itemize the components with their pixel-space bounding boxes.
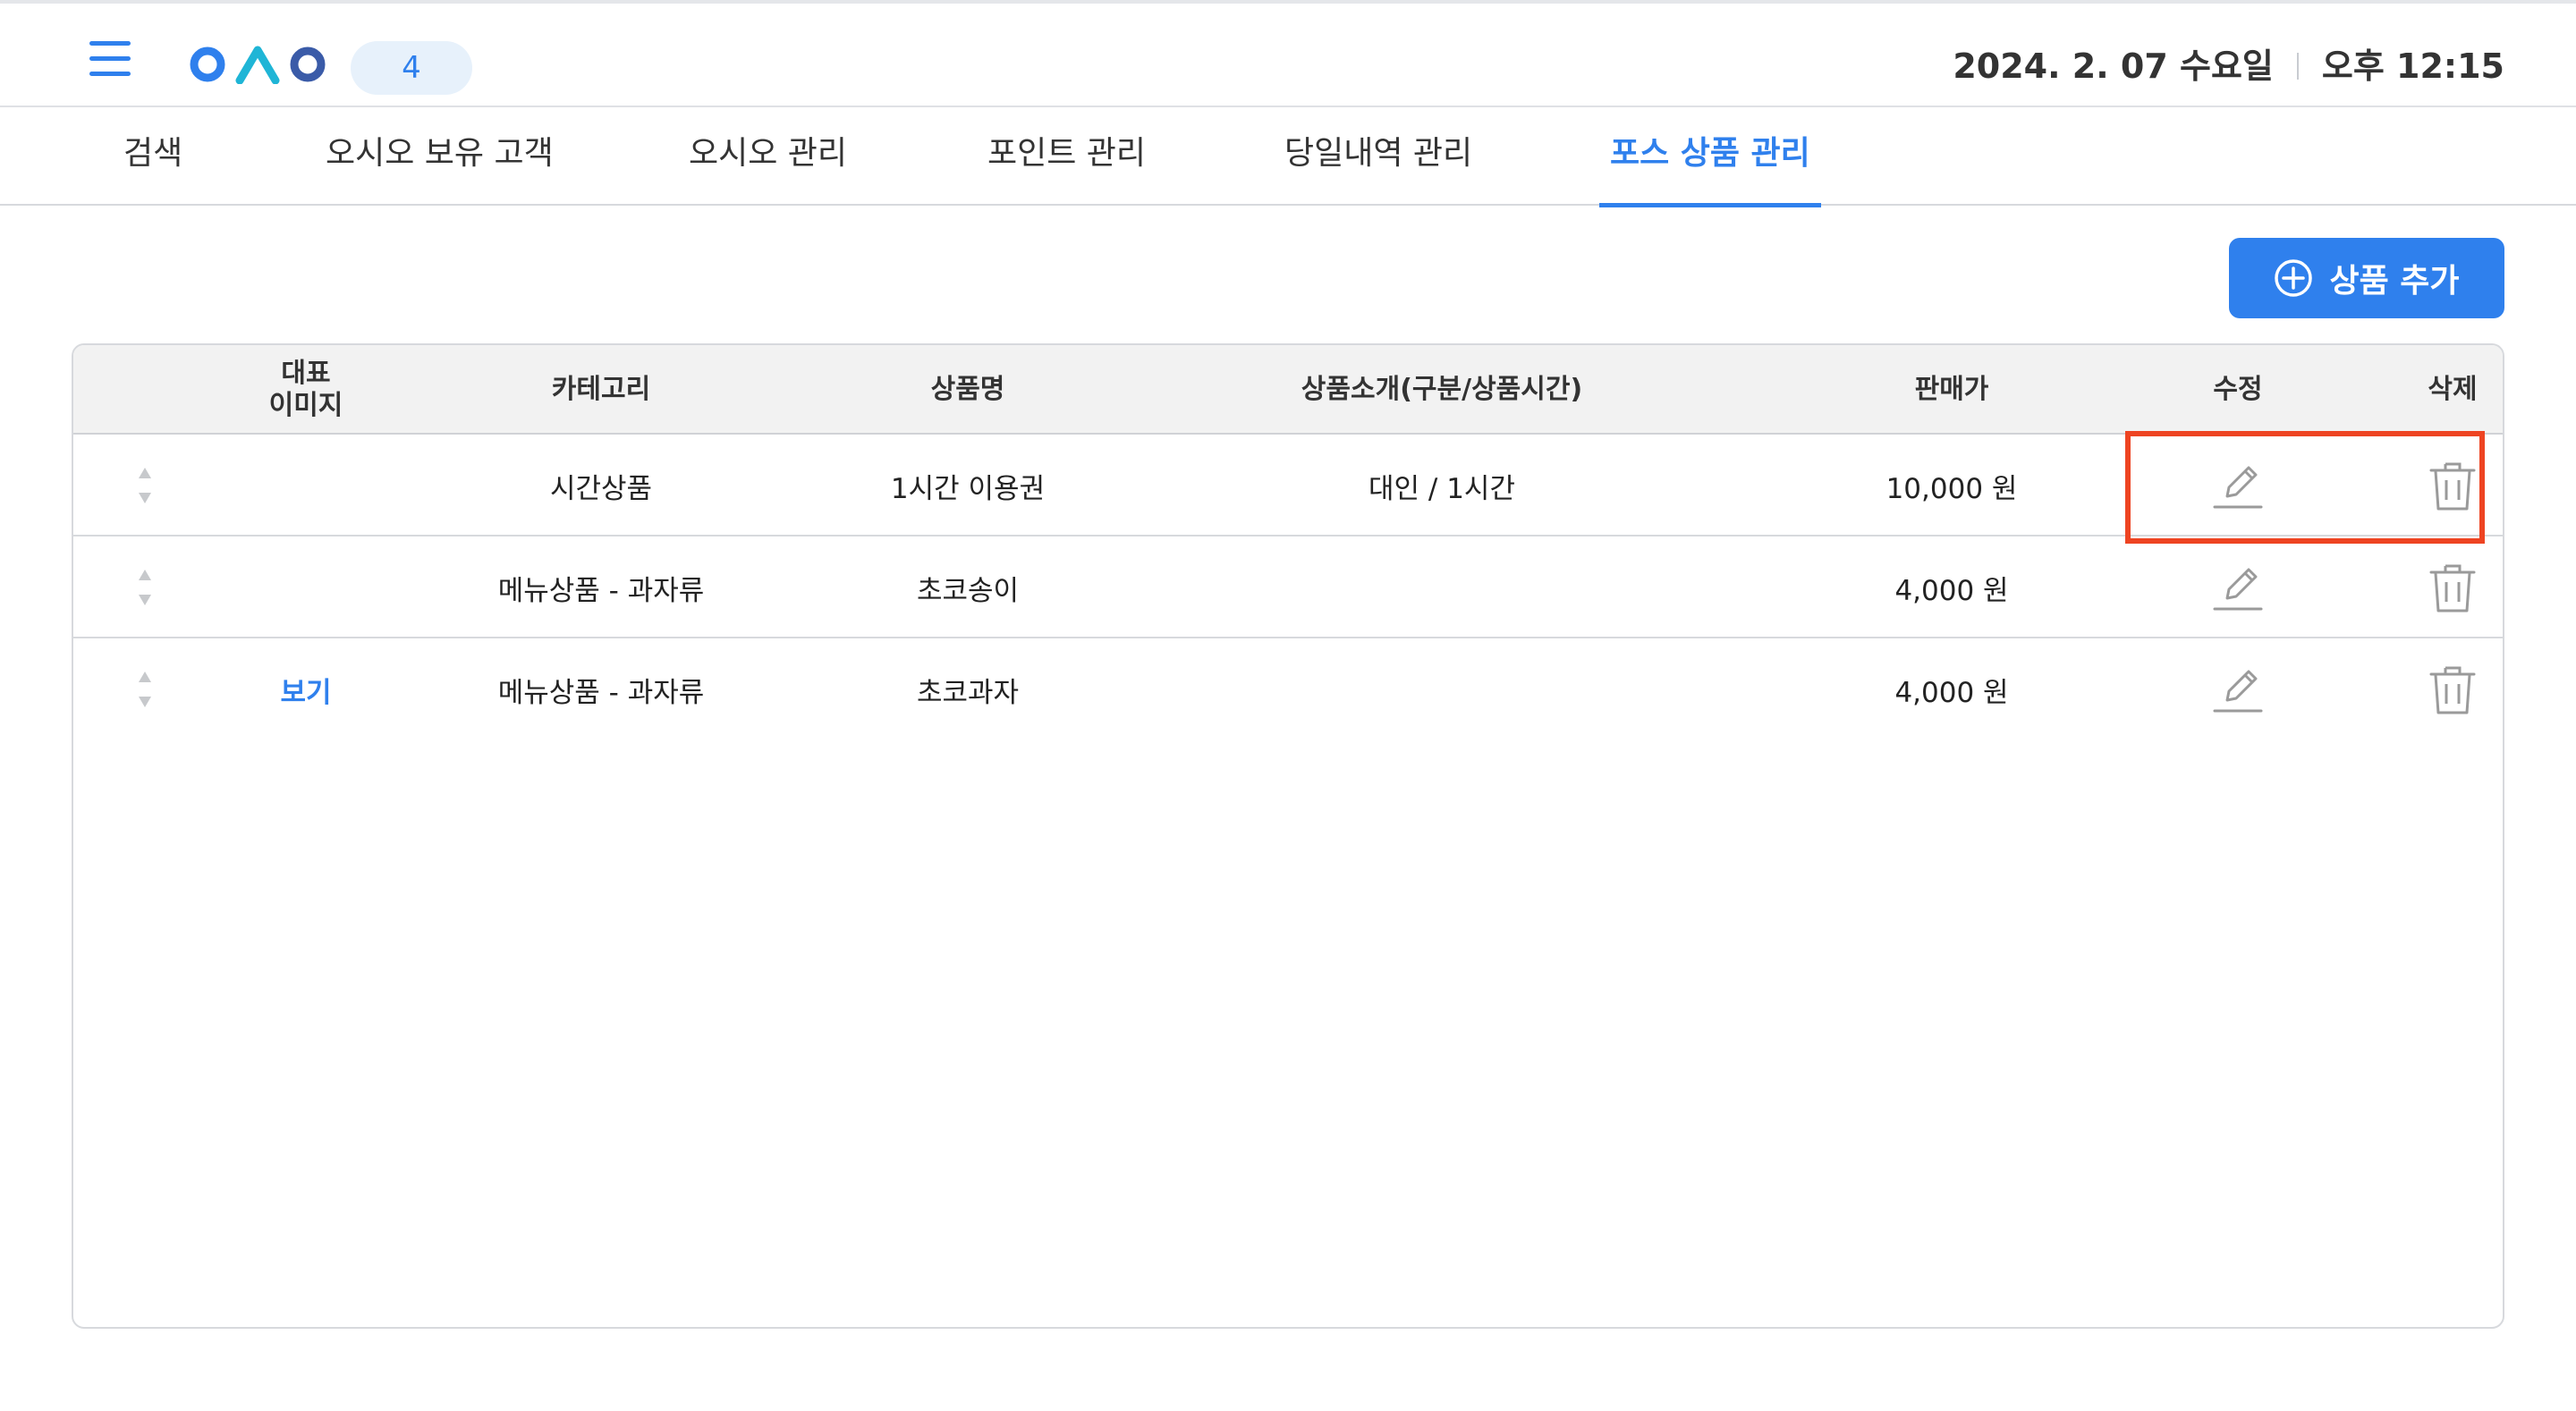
col-header-desc: 상품소개(구분/상품시간) [1301,374,1583,405]
sort-icon[interactable] [127,537,163,638]
menu-icon[interactable] [89,41,131,77]
edit-button[interactable] [2202,537,2274,638]
tab-daily-history[interactable]: 당일내역 관리 [1284,107,1472,206]
trash-icon [2429,462,2476,511]
col-header-name: 상품명 [930,374,1005,405]
table-header: 대표 이미지 카테고리 상품명 상품소개(구분/상품시간) 판매가 수정 삭제 [73,345,2503,435]
datetime: 2024. 2. 07 수요일 오후 12:15 [1953,41,2504,91]
logo [188,45,327,85]
add-product-button[interactable]: 상품 추가 [2229,238,2504,318]
col-header-image-line2: 이미지 [268,390,343,421]
product-table: 대표 이미지 카테고리 상품명 상품소개(구분/상품시간) 판매가 수정 삭제 … [72,343,2504,1329]
tab-customers[interactable]: 오시오 보유 고객 [326,107,554,206]
view-image-link[interactable]: 보기 [252,638,360,740]
tab-points[interactable]: 포인트 관리 [987,107,1146,206]
add-product-label: 상품 추가 [2329,263,2460,300]
delete-button[interactable] [2417,435,2488,537]
tab-search[interactable]: 검색 [123,107,182,206]
row-category: 메뉴상품 - 과자류 [497,574,705,607]
sort-icon[interactable] [127,435,163,537]
row-name: 초코송이 [916,574,1020,607]
divider [2296,53,2299,80]
col-header-delete: 삭제 [2428,374,2478,405]
table-row: 메뉴상품 - 과자류 초코송이 4,000 원 [73,537,2503,638]
sort-icon[interactable] [127,638,163,740]
tab-pos-products[interactable]: 포스 상품 관리 [1599,107,1821,207]
row-price: 10,000 원 [1885,472,2018,505]
table-row: 시간상품 1시간 이용권 대인 / 1시간 10,000 원 [73,435,2503,537]
plus-circle-icon [2275,259,2313,297]
row-category: 메뉴상품 - 과자류 [497,676,705,709]
row-price: 4,000 원 [1894,574,2009,607]
col-header-price: 판매가 [1914,374,1989,405]
row-image-cell [252,537,360,638]
table-row: 보기 메뉴상품 - 과자류 초코과자 4,000 원 [73,638,2503,740]
row-desc [1218,537,1665,638]
col-header-image: 대표 이미지 [252,345,360,435]
delete-button[interactable] [2417,638,2488,740]
trash-icon [2429,666,2476,714]
current-time: 오후 12:15 [2321,46,2504,86]
pencil-icon [2213,670,2263,713]
count-badge[interactable]: 4 [351,41,472,95]
pencil-icon [2213,466,2263,509]
current-date: 2024. 2. 07 수요일 [1953,46,2274,86]
header: 4 2024. 2. 07 수요일 오후 12:15 [0,4,2576,107]
edit-button[interactable] [2202,435,2274,537]
edit-button[interactable] [2202,638,2274,740]
row-image-cell [252,435,360,537]
tab-osio-manage[interactable]: 오시오 관리 [689,107,847,206]
row-desc [1218,638,1665,740]
row-price: 4,000 원 [1894,676,2009,709]
trash-icon [2429,564,2476,613]
pencil-icon [2213,568,2263,611]
delete-button[interactable] [2417,537,2488,638]
col-header-image-line1: 대표 [281,358,331,389]
col-header-category: 카테고리 [551,374,651,405]
tab-bar: 검색 오시오 보유 고객 오시오 관리 포인트 관리 당일내역 관리 포스 상품… [0,107,2576,207]
row-name: 초코과자 [916,676,1020,709]
col-header-edit: 수정 [2213,374,2263,405]
row-name: 1시간 이용권 [890,472,1046,505]
row-desc: 대인 / 1시간 [1368,472,1515,505]
row-category: 시간상품 [549,472,653,505]
